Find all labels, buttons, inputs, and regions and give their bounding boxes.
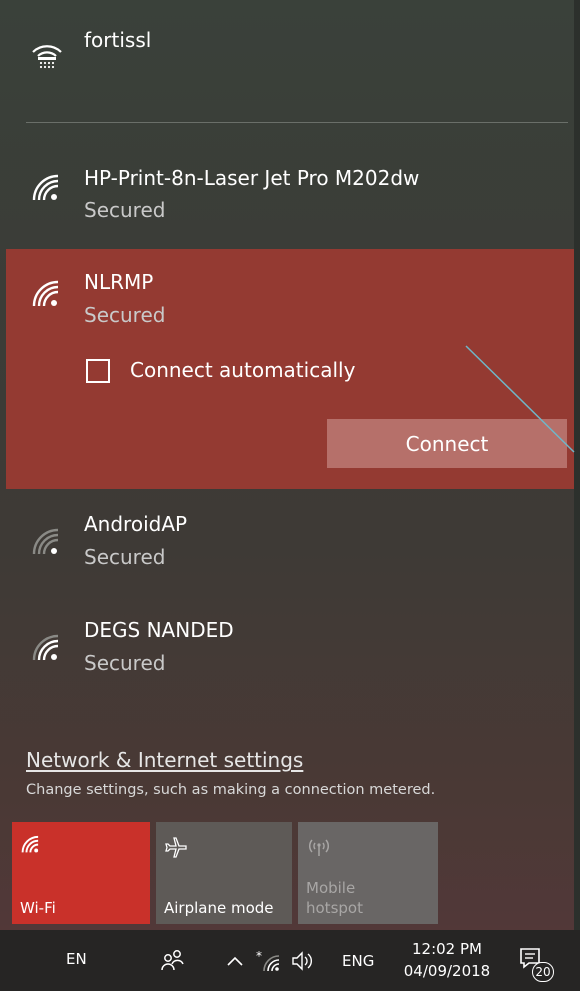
wifi-tile[interactable]: Wi-Fi <box>12 822 150 924</box>
input-language-indicator[interactable]: EN <box>66 950 87 968</box>
network-settings-description: Change settings, such as making a connec… <box>26 782 436 798</box>
wifi-secured-icon <box>32 174 59 201</box>
network-status: Secured <box>84 651 166 675</box>
wifi-weak-icon <box>32 528 59 555</box>
network-item-androidap[interactable]: AndroidAP Secured <box>0 500 574 590</box>
notification-count-badge: 20 <box>532 962 554 982</box>
network-ssid: NLRMP <box>84 270 154 294</box>
network-status: Secured <box>84 198 166 222</box>
airplane-icon <box>165 837 187 858</box>
network-item-degs-nanded[interactable]: DEGS NANDED Secured <box>0 606 574 696</box>
wifi-tile-label: Wi-Fi <box>20 899 56 917</box>
airplane-mode-tile-label: Airplane mode <box>164 899 274 917</box>
hotspot-icon <box>308 839 330 856</box>
chevron-up-icon[interactable] <box>226 954 244 968</box>
network-status: Secured <box>84 303 166 327</box>
people-icon[interactable] <box>160 948 186 972</box>
network-flyout: fortissl HP-Print-8n-Laser Jet Pro M202d… <box>0 0 580 991</box>
keyboard-language-indicator[interactable]: ENG <box>342 952 374 970</box>
connect-button[interactable]: Connect <box>327 419 567 468</box>
clock-time: 12:02 PM <box>412 940 482 958</box>
airplane-mode-tile[interactable]: Airplane mode <box>156 822 292 924</box>
hotspot-label-line2: hotspot <box>306 899 363 917</box>
hotspot-label-line1: Mobile <box>306 879 356 897</box>
network-item-fortissl[interactable]: fortissl <box>0 0 574 120</box>
wifi-secured-icon <box>32 280 59 307</box>
connect-automatically-checkbox[interactable] <box>86 359 110 383</box>
network-item-hp-print[interactable]: HP-Print-8n-Laser Jet Pro M202dw Secured <box>0 150 574 240</box>
network-item-nlrmp[interactable]: NLRMP Secured <box>0 258 574 338</box>
svg-text:*: * <box>256 950 262 963</box>
wifi-icon <box>21 835 39 853</box>
taskbar: EN * ENG 12:02 PM 04/09/2018 20 <box>0 930 580 991</box>
divider <box>26 122 568 123</box>
clock[interactable]: 12:02 PM 04/09/2018 <box>393 938 501 982</box>
mobile-hotspot-tile-label: Mobile hotspot <box>306 878 363 918</box>
network-settings-link[interactable]: Network & Internet settings <box>26 748 303 772</box>
mobile-hotspot-tile[interactable]: Mobile hotspot <box>298 822 438 924</box>
network-ssid: HP-Print-8n-Laser Jet Pro M202dw <box>84 166 420 190</box>
network-tray-icon[interactable]: * <box>256 950 282 972</box>
network-ssid: AndroidAP <box>84 512 188 536</box>
network-status: Secured <box>84 545 166 569</box>
flyout-edge <box>574 0 580 930</box>
network-ssid: fortissl <box>84 28 152 52</box>
connect-automatically-label: Connect automatically <box>130 358 356 382</box>
wifi-medium-icon <box>32 634 59 661</box>
clock-date: 04/09/2018 <box>403 962 491 980</box>
wifi-locked-icon <box>32 45 62 69</box>
network-ssid: DEGS NANDED <box>84 618 234 642</box>
volume-icon[interactable] <box>290 950 316 972</box>
